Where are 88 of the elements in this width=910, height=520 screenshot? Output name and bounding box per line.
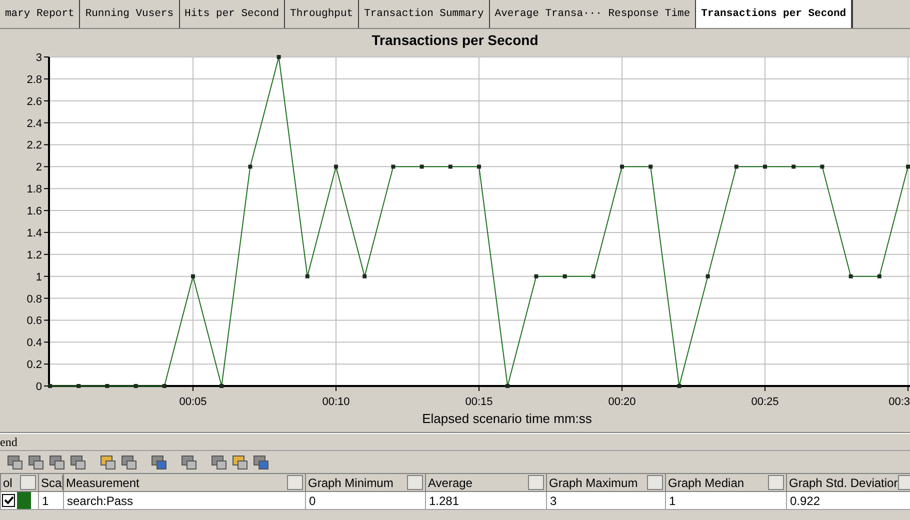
y-tick-label: 0.6 (26, 315, 42, 328)
data-point (877, 274, 882, 278)
y-tick-label: 2.8 (26, 74, 42, 86)
column-header[interactable]: Graph Maximum (546, 474, 666, 492)
data-point (76, 384, 81, 388)
column-header[interactable]: Sca (38, 474, 64, 492)
column-header[interactable]: Graph Median (666, 474, 786, 492)
tab[interactable]: Transactions per Second (696, 0, 854, 28)
tool-icon[interactable] (120, 453, 138, 471)
x-tick-label: 00:20 (608, 396, 636, 408)
column-header[interactable]: Average (426, 474, 546, 492)
data-point (420, 164, 424, 169)
tab[interactable]: Running Vusers (80, 0, 180, 28)
y-tick-label: 0 (36, 381, 42, 393)
data-point (848, 274, 853, 278)
y-tick-label: 1 (36, 271, 42, 284)
y-tick-label: 1.8 (26, 184, 42, 196)
data-point (534, 274, 538, 278)
tool-icon[interactable] (6, 453, 24, 471)
data-point (448, 164, 452, 169)
table-cell: 1 (38, 492, 64, 510)
tool-icon[interactable] (69, 453, 87, 471)
y-tick-label: 0.4 (26, 337, 42, 350)
data-point (305, 274, 310, 278)
tool-icon[interactable] (48, 453, 66, 471)
checkbox[interactable] (2, 494, 15, 507)
data-point (906, 164, 910, 169)
data-point (591, 274, 596, 278)
data-point (276, 55, 281, 59)
y-tick-label: 2.4 (26, 118, 42, 130)
table-cell: 3 (546, 492, 666, 510)
legend-title: end (0, 434, 18, 450)
y-tick-label: 0.8 (26, 293, 42, 306)
x-axis-title: Elapsed scenario time mm:ss (422, 411, 592, 426)
data-point (391, 164, 396, 169)
data-point (248, 164, 252, 169)
column-header[interactable]: Graph Std. Deviatior (786, 474, 910, 492)
data-point (677, 384, 682, 388)
data-point (763, 164, 767, 169)
data-point (134, 384, 138, 388)
table-cell: 1 (666, 492, 786, 510)
data-point (562, 274, 567, 278)
x-tick-label: 00:15 (465, 396, 493, 408)
x-tick-label: 00:05 (179, 396, 207, 408)
column-header[interactable]: ol (0, 474, 38, 492)
data-point (362, 274, 367, 278)
data-point (162, 384, 166, 388)
y-tick-label: 1.6 (26, 206, 42, 218)
y-tick-label: 0.2 (26, 359, 42, 372)
chart-title: Transactions per Second (370, 31, 540, 50)
y-tick-label: 2 (36, 162, 42, 174)
data-point (792, 164, 796, 169)
tab[interactable]: Throughput (285, 0, 360, 28)
data-point (220, 384, 224, 388)
tool-icon[interactable] (180, 453, 198, 471)
y-tick-label: 1.2 (26, 249, 42, 262)
tool-icon[interactable] (231, 453, 249, 471)
tool-icon[interactable] (150, 453, 168, 471)
column-header[interactable]: Graph Minimum (306, 474, 426, 492)
data-point (734, 164, 738, 169)
data-point (706, 274, 710, 278)
data-point (105, 384, 110, 388)
data-point (477, 164, 481, 169)
data-point (820, 164, 824, 169)
x-tick-label: 00:3 (888, 396, 910, 408)
column-header[interactable]: Measurement (64, 474, 306, 492)
tool-icon[interactable] (99, 453, 117, 471)
y-tick-label: 1.4 (26, 227, 42, 240)
y-tick-label: 2.2 (26, 140, 42, 152)
y-tick-label: 2.6 (26, 96, 42, 108)
data-point (648, 164, 653, 169)
tool-icon[interactable] (27, 453, 45, 471)
tool-icon[interactable] (252, 453, 270, 471)
y-tick-label: 3 (36, 52, 42, 64)
table-cell: 1.281 (426, 492, 546, 510)
data-point (506, 384, 510, 388)
data-point (334, 164, 338, 169)
table-cell: search:Pass (64, 492, 306, 510)
tab[interactable]: Hits per Second (180, 0, 286, 28)
tab[interactable]: mary Report (0, 0, 80, 28)
data-point (620, 164, 624, 169)
x-tick-label: 00:10 (322, 396, 350, 408)
x-tick-label: 00:25 (751, 396, 779, 408)
data-point (48, 384, 52, 388)
tab[interactable]: Transaction Summary (359, 0, 490, 28)
table-cell: 0 (306, 492, 426, 510)
tool-icon[interactable] (210, 453, 228, 471)
data-point (191, 274, 195, 278)
